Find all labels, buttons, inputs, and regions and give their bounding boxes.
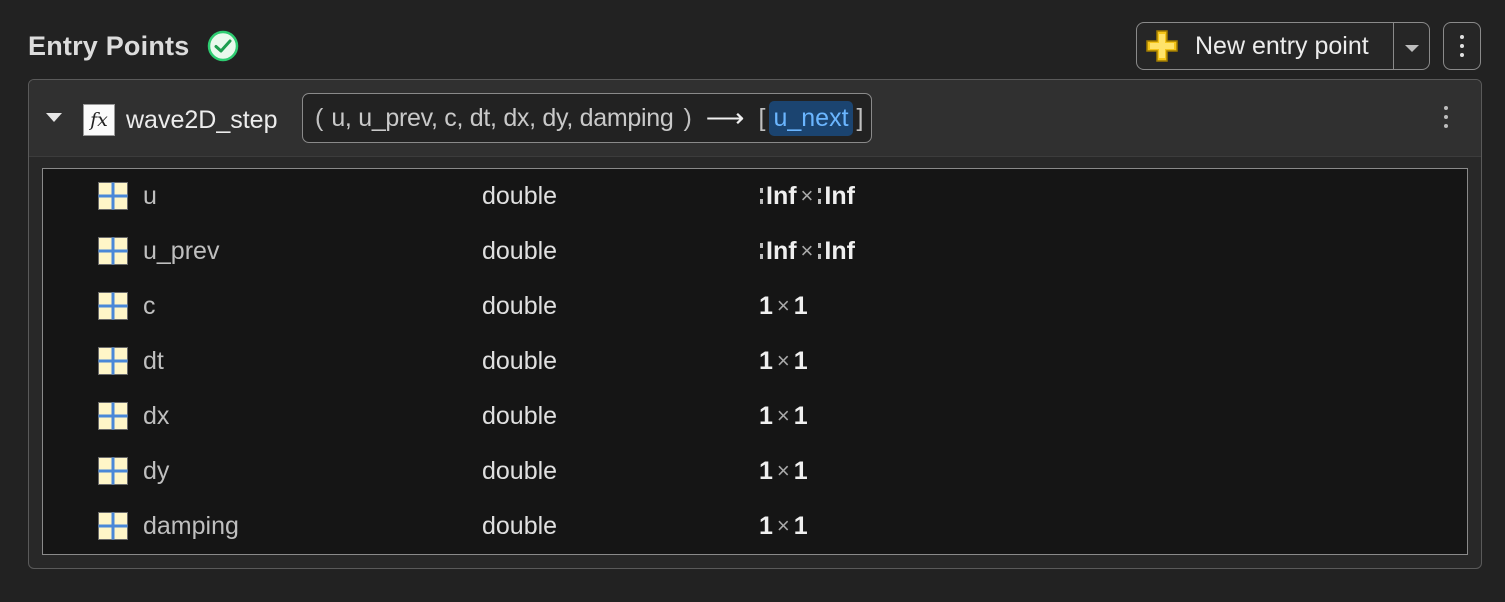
new-entry-point-split-button: New entry point — [1136, 22, 1430, 70]
size-rows: 1 — [759, 512, 773, 540]
output-chip[interactable]: u_next — [769, 100, 853, 136]
more-vertical-icon — [1460, 35, 1464, 57]
argument-type[interactable]: double — [482, 512, 557, 540]
times-symbol: × — [776, 458, 790, 483]
new-entry-point-dropdown-button[interactable] — [1393, 23, 1429, 69]
size-cols: 1 — [793, 292, 808, 320]
size-cols: 1 — [793, 402, 808, 430]
argument-size[interactable]: 1 × 1 — [759, 512, 808, 540]
times-symbol: × — [776, 513, 790, 538]
new-entry-point-button[interactable]: New entry point — [1137, 23, 1393, 69]
argument-type[interactable]: double — [482, 292, 557, 320]
signature-open-paren: ( — [315, 103, 324, 132]
argument-size[interactable]: 1 × 1 — [759, 402, 808, 430]
size-rows: 1 — [759, 402, 773, 430]
table-row[interactable]: damping double 1 × 1 — [43, 499, 1467, 554]
arguments-table: u double Inf × Inf u_prev double Inf × Inf c double… — [42, 168, 1468, 555]
argument-name[interactable]: damping — [143, 512, 239, 540]
signature-inputs: u, u_prev, c, dt, dx, dy, damping — [331, 103, 674, 132]
variable-size-icon — [760, 243, 763, 259]
size-rows: 1 — [759, 347, 773, 375]
size-cols: 1 — [793, 457, 808, 485]
times-symbol: × — [776, 293, 790, 318]
argument-name[interactable]: u — [143, 182, 157, 210]
entry-points-header: Entry Points — [28, 28, 239, 64]
table-row[interactable]: dx double 1 × 1 — [43, 389, 1467, 444]
argument-type[interactable]: double — [482, 347, 557, 375]
signature-open-bracket: [ — [758, 103, 766, 132]
times-symbol: × — [776, 403, 790, 428]
table-row[interactable]: u double Inf × Inf — [43, 169, 1467, 224]
argument-size[interactable]: Inf × Inf — [759, 237, 855, 265]
entry-point-row: fx wave2D_step ( u, u_prev, c, dt, dx, d… — [29, 80, 1481, 157]
argument-type[interactable]: double — [482, 457, 557, 485]
matrix-icon — [98, 402, 128, 430]
size-rows: Inf — [766, 237, 797, 265]
new-entry-point-label: New entry point — [1195, 31, 1369, 60]
arrow-right-icon: ⟶ — [705, 102, 745, 133]
plus-icon — [1145, 29, 1179, 63]
entry-point-name[interactable]: wave2D_step — [126, 104, 277, 136]
entry-point-more-icon[interactable] — [1444, 106, 1448, 128]
size-cols: 1 — [793, 347, 808, 375]
argument-size[interactable]: Inf × Inf — [759, 182, 855, 210]
matrix-icon — [98, 292, 128, 320]
chevron-down-icon — [1404, 44, 1419, 52]
collapse-triangle-icon[interactable] — [46, 113, 62, 122]
size-rows: 1 — [759, 292, 773, 320]
table-row[interactable]: c double 1 × 1 — [43, 279, 1467, 334]
times-symbol: × — [800, 183, 814, 208]
table-row[interactable]: dt double 1 × 1 — [43, 334, 1467, 389]
variable-size-icon — [818, 243, 822, 259]
argument-size[interactable]: 1 × 1 — [759, 347, 808, 375]
size-cols: Inf — [824, 237, 855, 265]
page-title: Entry Points — [28, 30, 190, 61]
table-row[interactable]: u_prev double Inf × Inf — [43, 224, 1467, 279]
argument-type[interactable]: double — [482, 237, 557, 265]
matrix-icon — [98, 237, 128, 265]
matrix-icon — [98, 512, 128, 540]
size-cols: 1 — [793, 512, 808, 540]
argument-type[interactable]: double — [482, 402, 557, 430]
matrix-icon — [98, 347, 128, 375]
size-cols: Inf — [824, 182, 855, 210]
argument-size[interactable]: 1 × 1 — [759, 292, 808, 320]
entry-point-panel: fx wave2D_step ( u, u_prev, c, dt, dx, d… — [28, 79, 1482, 569]
argument-name[interactable]: dy — [143, 457, 169, 485]
size-rows: Inf — [766, 182, 797, 210]
function-icon: fx — [83, 104, 115, 136]
argument-name[interactable]: c — [143, 292, 156, 320]
argument-type[interactable]: double — [482, 182, 557, 210]
size-rows: 1 — [759, 457, 773, 485]
signature-close-bracket: ] — [856, 103, 864, 132]
matrix-icon — [98, 182, 128, 210]
times-symbol: × — [800, 238, 814, 263]
times-symbol: × — [776, 348, 790, 373]
argument-size[interactable]: 1 × 1 — [759, 457, 808, 485]
function-signature-field[interactable]: ( u, u_prev, c, dt, dx, dy, damping ) ⟶ … — [302, 93, 872, 143]
table-row[interactable]: dy double 1 × 1 — [43, 444, 1467, 499]
variable-size-icon — [760, 188, 763, 204]
argument-name[interactable]: dx — [143, 402, 169, 430]
signature-close-paren: ) — [683, 103, 692, 132]
argument-name[interactable]: u_prev — [143, 237, 219, 265]
argument-name[interactable]: dt — [143, 347, 164, 375]
variable-size-icon — [818, 188, 822, 204]
more-options-button[interactable] — [1443, 22, 1481, 70]
check-circle-icon — [207, 30, 239, 62]
matrix-icon — [98, 457, 128, 485]
